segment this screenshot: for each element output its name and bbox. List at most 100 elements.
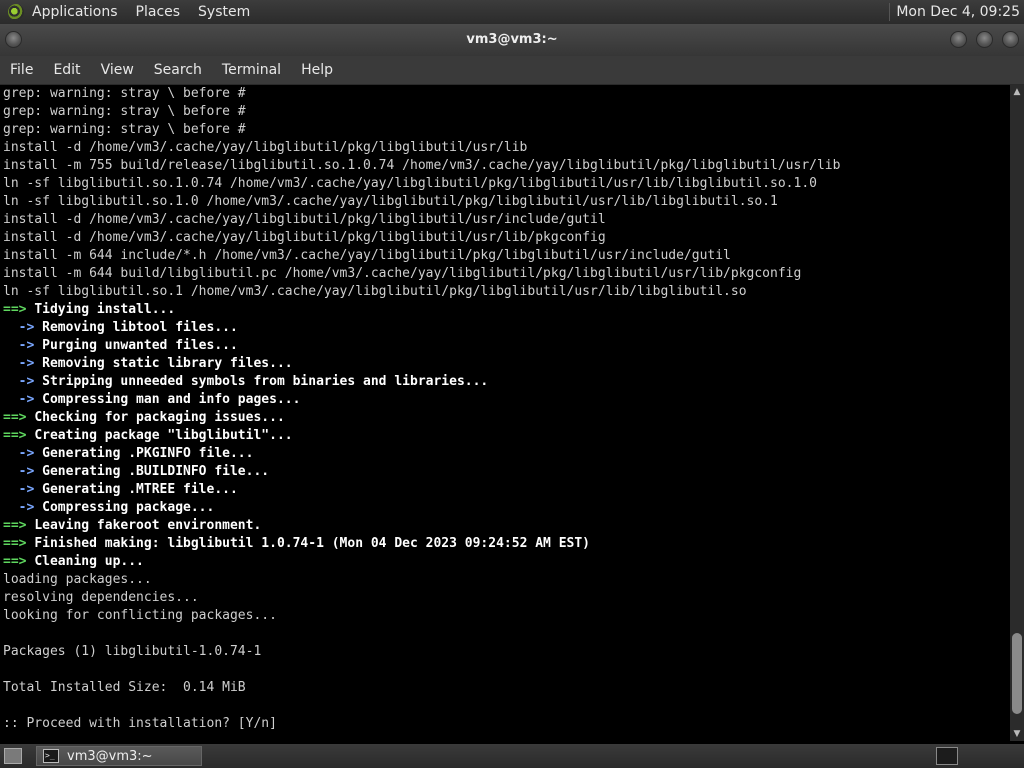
terminal-line: ==> Finished making: libglibutil 1.0.74-… [0, 535, 1010, 553]
clock-area: Mon Dec 4, 09:25 [889, 3, 1024, 21]
terminal-text: Removing static library files... [42, 356, 293, 371]
terminal-text: ln -sf libglibutil.so.1.0 /home/vm3/.cac… [3, 194, 778, 209]
menu-view[interactable]: View [91, 62, 144, 78]
maximize-button[interactable] [976, 31, 993, 48]
terminal-line: -> Stripping unneeded symbols from binar… [0, 373, 1010, 391]
window-titlebar[interactable]: vm3@vm3:~ [0, 24, 1024, 56]
terminal-text: Compressing package... [42, 500, 215, 515]
terminal-text: Generating .BUILDINFO file... [42, 464, 270, 479]
minimize-button[interactable] [950, 31, 967, 48]
menu-edit[interactable]: Edit [43, 62, 90, 78]
terminal-scrollbar[interactable]: ▲ ▼ [1010, 85, 1024, 741]
panel-separator [889, 3, 891, 21]
applications-menu[interactable]: Applications [32, 4, 118, 20]
terminal-line: Total Installed Size: 0.14 MiB [0, 679, 1010, 697]
terminal-line: -> Removing libtool files... [0, 319, 1010, 337]
terminal-line: ln -sf libglibutil.so.1 /home/vm3/.cache… [0, 283, 1010, 301]
menu-help[interactable]: Help [291, 62, 343, 78]
terminal-text: Compressing man and info pages... [42, 392, 301, 407]
terminal-line: :: Proceed with installation? [Y/n] [0, 715, 1010, 733]
terminal-text: install -d /home/vm3/.cache/yay/libglibu… [3, 230, 606, 245]
terminal-text: Generating .PKGINFO file... [42, 446, 254, 461]
terminal-text: Purging unwanted files... [42, 338, 238, 353]
terminal-text: Checking for packaging issues... [34, 410, 285, 425]
terminal-text: ln -sf libglibutil.so.1.0.74 /home/vm3/.… [3, 176, 817, 191]
terminal-text: grep: warning: stray \ before # [3, 86, 246, 101]
places-menu[interactable]: Places [136, 4, 181, 20]
distro-logo-icon[interactable] [8, 4, 24, 20]
menu-file[interactable]: File [0, 62, 43, 78]
scroll-up-arrow-icon[interactable]: ▲ [1010, 85, 1024, 99]
terminal-text: -> [3, 338, 43, 353]
terminal-line: install -d /home/vm3/.cache/yay/libglibu… [0, 229, 1010, 247]
terminal-text: loading packages... [3, 572, 152, 587]
terminal-text: Generating .MTREE file... [42, 482, 238, 497]
terminal-menubar: File Edit View Search Terminal Help [0, 56, 1024, 85]
window-title: vm3@vm3:~ [466, 32, 558, 47]
terminal-text: Total Installed Size: 0.14 MiB [3, 680, 246, 695]
taskbar-window-label: vm3@vm3:~ [67, 748, 153, 764]
terminal-text: ==> [3, 536, 35, 551]
clock[interactable]: Mon Dec 4, 09:25 [896, 4, 1020, 20]
scroll-down-arrow-icon[interactable]: ▼ [1010, 727, 1024, 741]
scrollbar-thumb[interactable] [1012, 632, 1022, 715]
terminal-text: Stripping unneeded symbols from binaries… [42, 374, 489, 389]
workspace-switcher-icon[interactable] [936, 747, 958, 765]
terminal-line: loading packages... [0, 571, 1010, 589]
terminal-text: install -d /home/vm3/.cache/yay/libglibu… [3, 212, 606, 227]
terminal-line: install -m 755 build/release/libglibutil… [0, 157, 1010, 175]
terminal-line: -> Removing static library files... [0, 355, 1010, 373]
terminal-line: -> Generating .BUILDINFO file... [0, 463, 1010, 481]
terminal-line: -> Compressing man and info pages... [0, 391, 1010, 409]
terminal-line: ln -sf libglibutil.so.1.0.74 /home/vm3/.… [0, 175, 1010, 193]
terminal-text: -> [3, 500, 43, 515]
terminal-text: resolving dependencies... [3, 590, 199, 605]
terminal-line: ==> Tidying install... [0, 301, 1010, 319]
terminal-text: install -m 755 build/release/libglibutil… [3, 158, 841, 173]
terminal-line: install -m 644 build/libglibutil.pc /hom… [0, 265, 1010, 283]
terminal-text: -> [3, 392, 43, 407]
top-panel-menus: Applications Places System [32, 4, 268, 20]
terminal-icon: >_ [43, 749, 59, 763]
terminal-line: looking for conflicting packages... [0, 607, 1010, 625]
terminal-line: -> Purging unwanted files... [0, 337, 1010, 355]
terminal-line: ==> Checking for packaging issues... [0, 409, 1010, 427]
terminal-line: ==> Leaving fakeroot environment. [0, 517, 1010, 535]
show-desktop-icon[interactable] [4, 748, 22, 764]
terminal-text: Creating package "libglibutil"... [34, 428, 293, 443]
terminal-text: install -m 644 include/*.h /home/vm3/.ca… [3, 248, 731, 263]
menu-terminal[interactable]: Terminal [212, 62, 291, 78]
menu-search[interactable]: Search [144, 62, 212, 78]
taskbar-window-button[interactable]: >_ vm3@vm3:~ [36, 746, 202, 766]
terminal-line: -> Generating .MTREE file... [0, 481, 1010, 499]
terminal-line: install -d /home/vm3/.cache/yay/libglibu… [0, 139, 1010, 157]
close-button[interactable] [1002, 31, 1019, 48]
terminal-text: Packages (1) libglibutil-1.0.74-1 [3, 644, 262, 659]
terminal-text: ln -sf libglibutil.so.1 /home/vm3/.cache… [3, 284, 747, 299]
terminal-line: ==> Creating package "libglibutil"... [0, 427, 1010, 445]
terminal-line: install -d /home/vm3/.cache/yay/libglibu… [0, 211, 1010, 229]
terminal-output[interactable]: grep: warning: stray \ before # grep: war… [0, 85, 1010, 741]
terminal-text: -> [3, 464, 43, 479]
bottom-panel: >_ vm3@vm3:~ [0, 744, 1024, 768]
terminal-line: -> Compressing package... [0, 499, 1010, 517]
terminal-line: ==> Cleaning up... [0, 553, 1010, 571]
terminal-text: -> [3, 446, 43, 461]
top-panel: Applications Places System Mon Dec 4, 09… [0, 0, 1024, 24]
terminal-line: grep: warning: stray \ before # [0, 85, 1010, 103]
terminal-text: ==> [3, 428, 35, 443]
terminal-text: looking for conflicting packages... [3, 608, 277, 623]
terminal-text: ==> [3, 518, 35, 533]
terminal-text: Finished making: libglibutil 1.0.74-1 (M… [34, 536, 591, 551]
terminal-text: ==> [3, 554, 35, 569]
terminal-text: :: Proceed with installation? [Y/n] [3, 716, 277, 731]
terminal-line: grep: warning: stray \ before # [0, 103, 1010, 121]
terminal-line: resolving dependencies... [0, 589, 1010, 607]
terminal-text: -> [3, 482, 43, 497]
terminal-line: grep: warning: stray \ before # [0, 121, 1010, 139]
terminal-text: install -d /home/vm3/.cache/yay/libglibu… [3, 140, 528, 155]
terminal-text: -> [3, 374, 43, 389]
terminal-text: ==> [3, 410, 35, 425]
system-menu[interactable]: System [198, 4, 250, 20]
